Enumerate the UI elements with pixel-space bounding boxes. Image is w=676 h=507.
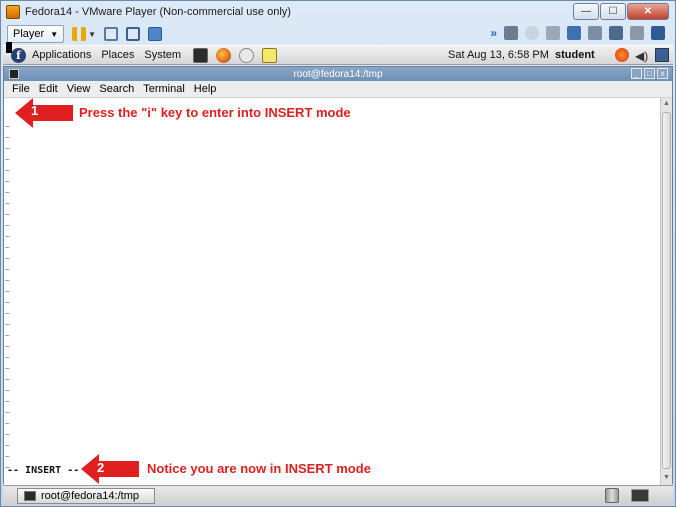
terminal-scrollbar[interactable]: ▲ ▼	[660, 98, 672, 485]
message-log-icon[interactable]	[651, 26, 665, 40]
more-devices-icon[interactable]: »	[490, 26, 497, 40]
annotation-2-text: Notice you are now in INSERT mode	[147, 461, 371, 476]
pause-dropdown-icon[interactable]: ▼	[88, 30, 96, 39]
menu-file[interactable]: File	[12, 83, 30, 95]
annotation-1-arrow	[15, 98, 73, 128]
terminal-window: root@fedora14:/tmp _ □ x File Edit View …	[3, 66, 673, 485]
network-status-icon[interactable]	[655, 48, 669, 62]
terminal-text-area[interactable]	[4, 98, 661, 485]
annotation-1-text: Press the "i" key to enter into INSERT m…	[79, 105, 351, 120]
annotation-1-number: 1	[31, 103, 39, 118]
floppy-icon[interactable]	[546, 26, 560, 40]
printer-icon[interactable]	[588, 26, 602, 40]
update-notifier-icon[interactable]	[615, 48, 629, 62]
fullscreen-icon[interactable]	[126, 27, 141, 41]
gnome-bottom-panel: root@fedora14:/tmp	[3, 485, 673, 505]
menu-edit[interactable]: Edit	[39, 83, 58, 95]
vmware-app-icon	[6, 5, 20, 19]
vim-empty-line-markers: ~ ~ ~ ~ ~ ~ ~ ~ ~ ~ ~ ~ ~ ~ ~ ~ ~ ~ ~ ~ …	[5, 122, 10, 472]
terminal-titlebar[interactable]: root@fedora14:/tmp _ □ x	[4, 67, 672, 81]
close-button[interactable]: ✕	[627, 3, 669, 20]
player-menu-label: Player	[13, 28, 45, 40]
fedora-logo-icon[interactable]: f	[11, 47, 26, 63]
workspace-switcher-icon[interactable]	[631, 489, 649, 502]
menu-search[interactable]: Search	[99, 83, 134, 95]
text-cursor	[6, 42, 12, 53]
volume-icon[interactable]: ◀)	[635, 49, 648, 63]
network-adapter-icon[interactable]	[567, 26, 581, 40]
player-menu-button[interactable]: Player ▼	[7, 25, 65, 43]
terminal-close-button[interactable]: x	[657, 68, 668, 79]
sound-card-icon[interactable]	[630, 26, 644, 40]
taskbar-item-label: root@fedora14:/tmp	[41, 490, 139, 502]
hard-disk-icon[interactable]	[504, 26, 518, 40]
vm-titlebar: Fedora14 - VMware Player (Non-commercial…	[1, 1, 675, 23]
usb-icon[interactable]	[609, 26, 623, 40]
gnome-top-panel: f Applications Places System Sat Aug 13,…	[3, 45, 673, 65]
pause-icon[interactable]	[72, 27, 87, 41]
unity-icon[interactable]	[148, 27, 163, 41]
terminal-minimize-button[interactable]: _	[631, 68, 642, 79]
terminal-icon	[24, 491, 36, 501]
terminal-maximize-button[interactable]: □	[644, 68, 655, 79]
terminal-title: root@fedora14:/tmp	[293, 68, 383, 80]
system-menu[interactable]: System	[144, 49, 181, 61]
trash-icon[interactable]	[605, 488, 619, 503]
firefox-launcher-icon[interactable]	[216, 47, 232, 63]
applications-menu[interactable]: Applications	[32, 49, 91, 61]
terminal-menubar: File Edit View Search Terminal Help	[4, 81, 672, 98]
terminal-window-controls: _ □ x	[631, 68, 668, 79]
menu-help[interactable]: Help	[194, 83, 217, 95]
vm-window-controls: — ☐ ✕	[573, 3, 669, 20]
menu-terminal[interactable]: Terminal	[143, 83, 185, 95]
scroll-up-icon[interactable]: ▲	[662, 100, 671, 109]
scroll-down-icon[interactable]: ▼	[662, 474, 671, 483]
text-editor-launcher-icon[interactable]	[262, 47, 278, 63]
chevron-down-icon: ▼	[50, 29, 59, 39]
terminal-icon	[9, 69, 19, 79]
terminal-launcher-icon[interactable]	[193, 47, 209, 63]
places-menu[interactable]: Places	[101, 49, 134, 61]
mail-launcher-icon[interactable]	[239, 47, 255, 63]
device-icons: »	[490, 26, 665, 40]
send-ctrl-alt-del-icon[interactable]	[104, 27, 119, 41]
vm-toolbar: Player ▼ ▼ »	[3, 24, 673, 44]
minimize-button[interactable]: —	[573, 3, 599, 20]
scroll-thumb[interactable]	[662, 112, 671, 469]
annotation-2-number: 2	[97, 460, 105, 475]
maximize-button[interactable]: ☐	[600, 3, 626, 20]
menu-view[interactable]: View	[67, 83, 91, 95]
vim-mode-indicator: -- INSERT --	[7, 465, 80, 476]
vm-window-title: Fedora14 - VMware Player (Non-commercial…	[25, 6, 291, 18]
cd-dvd-icon[interactable]	[525, 26, 539, 40]
panel-user[interactable]: student	[555, 49, 595, 61]
taskbar-terminal-item[interactable]: root@fedora14:/tmp	[17, 488, 155, 504]
vmware-player-window: Fedora14 - VMware Player (Non-commercial…	[0, 0, 676, 507]
annotation-2-arrow	[81, 454, 139, 484]
panel-clock[interactable]: Sat Aug 13, 6:58 PM	[448, 49, 549, 61]
